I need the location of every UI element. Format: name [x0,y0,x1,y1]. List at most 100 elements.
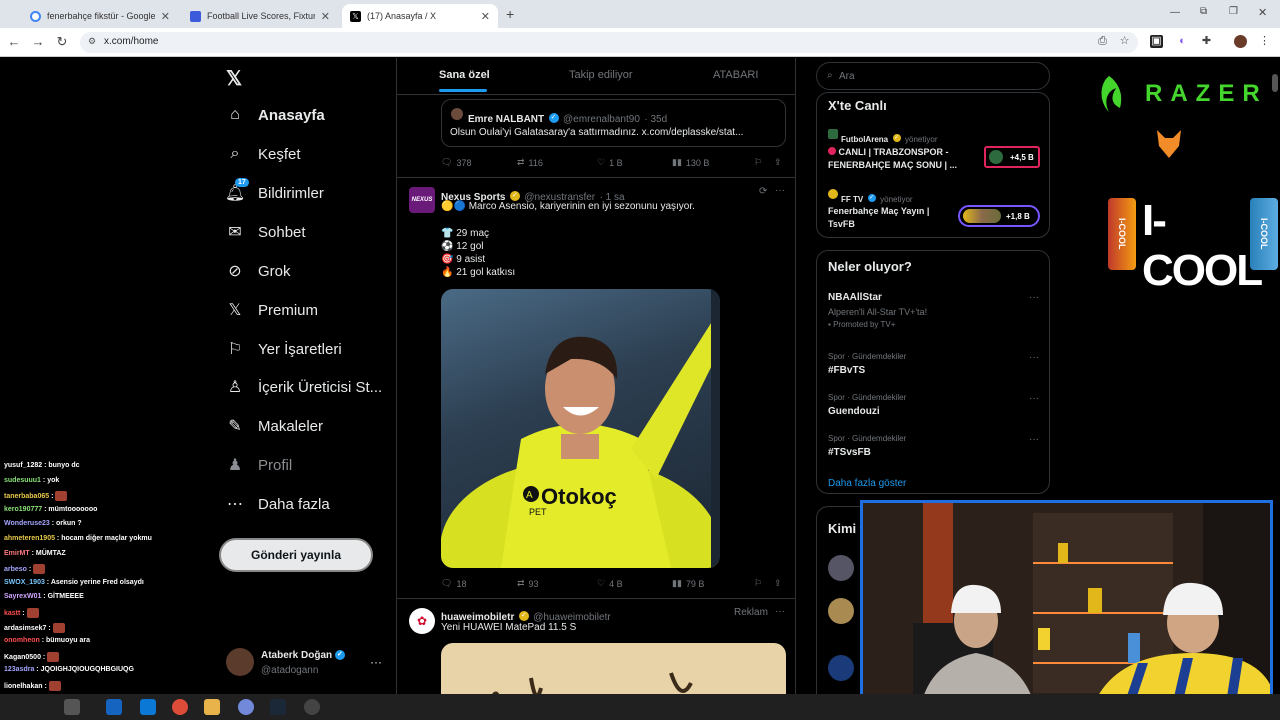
avatar[interactable] [828,655,854,681]
trend-item[interactable]: Spor · Gündemdekiler Guendouzi [828,393,906,417]
sidebar-item-label: Profil [258,456,293,474]
avatar[interactable] [226,648,254,676]
reload-icon[interactable]: ↻ [54,34,70,50]
target-emoji-icon: 🎯 [441,254,454,265]
repost-button[interactable]: ⇄ 116 [517,157,543,168]
forward-icon[interactable]: → [30,34,46,49]
chat-username: Wonderuse23 [4,520,50,528]
sidebar-item-bell[interactable]: 🔔︎ 17 Bildirimler [225,178,324,202]
more-dots-icon[interactable]: ··· [775,606,785,617]
live-card: X'te Canlı FutbolArena ✓ yönetiyor CANLI… [816,92,1050,238]
huawei-logo-icon[interactable]: ✿ [409,608,435,634]
restore-icon[interactable]: ❐ [1229,6,1238,17]
obs-app-icon[interactable] [304,699,320,715]
like-button[interactable]: ♡ 1 B [597,157,623,168]
bookmark-button[interactable]: ⚐ [754,157,762,168]
taskview-icon[interactable] [64,699,80,715]
tab-following[interactable]: Takip ediliyor [569,69,633,81]
menu-icon[interactable]: ⋮ [1258,35,1271,48]
chat-text: bümuoyu ara [46,637,90,645]
close-tab-icon[interactable]: ✕ [321,10,330,23]
extension-icon[interactable]: ▣ [1150,35,1163,48]
avatar[interactable]: NEXUS [409,187,435,213]
puzzle-icon[interactable]: ✚ [1200,35,1213,48]
browser-tab[interactable]: Football Live Scores, Fixtures & ✕ [182,4,338,28]
tab-for-you[interactable]: Sana özel [439,69,490,81]
close-tab-icon[interactable]: ✕ [481,10,490,23]
more-dots-icon[interactable]: ··· [1029,352,1039,363]
grok-icon[interactable]: ⟳ [759,186,767,197]
listener-count[interactable]: +4,5 B [984,146,1040,168]
sidebar-item-more-circle[interactable]: ⋯ Daha fazla [226,495,330,514]
search-input[interactable]: ⌕ Ara [816,62,1050,90]
avatar[interactable] [828,555,854,581]
site-info-icon[interactable]: ⚙ [88,36,96,47]
chat-message: tanerbaba065 : [4,491,68,502]
tab-atabari[interactable]: ATABARI [713,69,758,81]
avatar[interactable] [828,598,854,624]
trend-item[interactable]: NBAAllStar Alperen'li All-Star TV+'ta! ▪… [828,292,1038,329]
quoted-post[interactable]: Emre NALBANT ✓ @emrenalbant90 · 35d Olsu… [441,99,786,147]
trend-item[interactable]: Spor · Gündemdekiler #FBvTS [828,352,906,376]
discord-app-icon[interactable] [238,699,254,715]
scrollbar-thumb[interactable] [1272,74,1278,92]
more-dots-icon[interactable]: ··· [775,185,785,196]
trend-item[interactable]: Spor · Gündemdekiler #TSvsFB [828,434,906,458]
close-tab-icon[interactable]: ✕ [161,10,170,23]
listener-count[interactable]: +1,8 B [958,205,1040,227]
live-title[interactable]: Fenerbahçe Maç Yayın | TsvFB [828,205,929,231]
sidebar-item-search[interactable]: ⌕ Keşfet [226,145,301,163]
browser-tab-active[interactable]: 𝕏 (17) Anasayfa / X ✕ [342,4,498,28]
share-button[interactable]: ⇪ [774,578,782,589]
sidebar-item-x-logo[interactable]: 𝕏 Premium [226,301,318,320]
mail-icon: ✉ [228,224,242,241]
back-icon[interactable]: ← [6,34,22,49]
extension2-icon[interactable]: ◐ [1176,35,1189,48]
sidebar-item-home[interactable]: ⌂ Anasayfa [226,106,325,124]
post-button[interactable]: Gönderi yayınla [219,538,373,572]
chat-message: ardasimsek7 : [4,622,65,633]
more-dots-icon[interactable]: ··· [1029,393,1039,404]
like-button[interactable]: ♡ 4 B [597,578,623,589]
avatar [451,108,463,120]
browser-tab[interactable]: fenerbahçe fikstür - Google'da Ara ✕ [22,4,178,28]
sidebar-item-bookmark[interactable]: ⚐ Yer İşaretleri [226,340,342,359]
repost-button[interactable]: ⇄ 93 [517,578,539,589]
share-button[interactable]: ⇪ [774,157,782,168]
url-field[interactable]: ⚙ x.com/home [80,32,1138,53]
profile-avatar[interactable] [1234,35,1247,48]
show-more-link[interactable]: Daha fazla göster [828,478,906,489]
more-dots-icon[interactable]: ··· [1029,434,1039,445]
explorer-app-icon[interactable] [204,699,220,715]
reply-button[interactable]: 🗨 378 [441,157,471,168]
views-button[interactable]: ▮▮ 79 B [672,578,704,589]
sidebar-item-mail[interactable]: ✉ Sohbet [226,223,305,242]
x-favicon-icon: 𝕏 [350,10,361,22]
more-dots-icon[interactable]: ··· [1029,292,1039,303]
install-icon[interactable]: ⎙ [1096,35,1109,48]
live-title[interactable]: CANLI | TRABZONSPOR - FENERBAHÇE MAÇ SONU… [828,146,957,172]
edge-app-icon[interactable] [140,699,156,715]
views-button[interactable]: ▮▮ 130 B [672,157,709,168]
profile-switch-icon[interactable]: ⧉ [1200,6,1207,17]
sidebar-item-person[interactable]: ♟ Profil [226,456,293,475]
chat-emote-icon [47,651,60,662]
word-app-icon[interactable] [106,699,122,715]
close-window-icon[interactable]: ✕ [1258,6,1267,19]
reply-button[interactable]: 🗨 18 [441,578,466,589]
live-host[interactable]: FutbolArena ✓ yönetiyor [828,129,937,147]
sidebar-item-article[interactable]: ✎ Makaleler [226,417,323,436]
webcam-frame [860,500,1273,720]
chrome-app-icon[interactable] [172,699,188,715]
plus-icon[interactable]: + [506,6,514,22]
x-logo-icon[interactable]: 𝕏 [226,66,242,91]
more-dots-icon[interactable]: ··· [370,655,382,669]
post-image[interactable]: Otokoç A PET [441,289,720,568]
sidebar-item-creator[interactable]: ♙ İçerik Üreticisi St... [226,378,382,397]
minimize-icon[interactable]: — [1170,7,1180,18]
star-icon[interactable]: ☆ [1118,35,1131,48]
repost-icon: ⇄ [517,578,525,588]
sidebar-item-grok[interactable]: ⊘ Grok [226,262,290,281]
bookmark-button[interactable]: ⚐ [754,578,762,589]
steam-app-icon[interactable] [270,699,286,715]
